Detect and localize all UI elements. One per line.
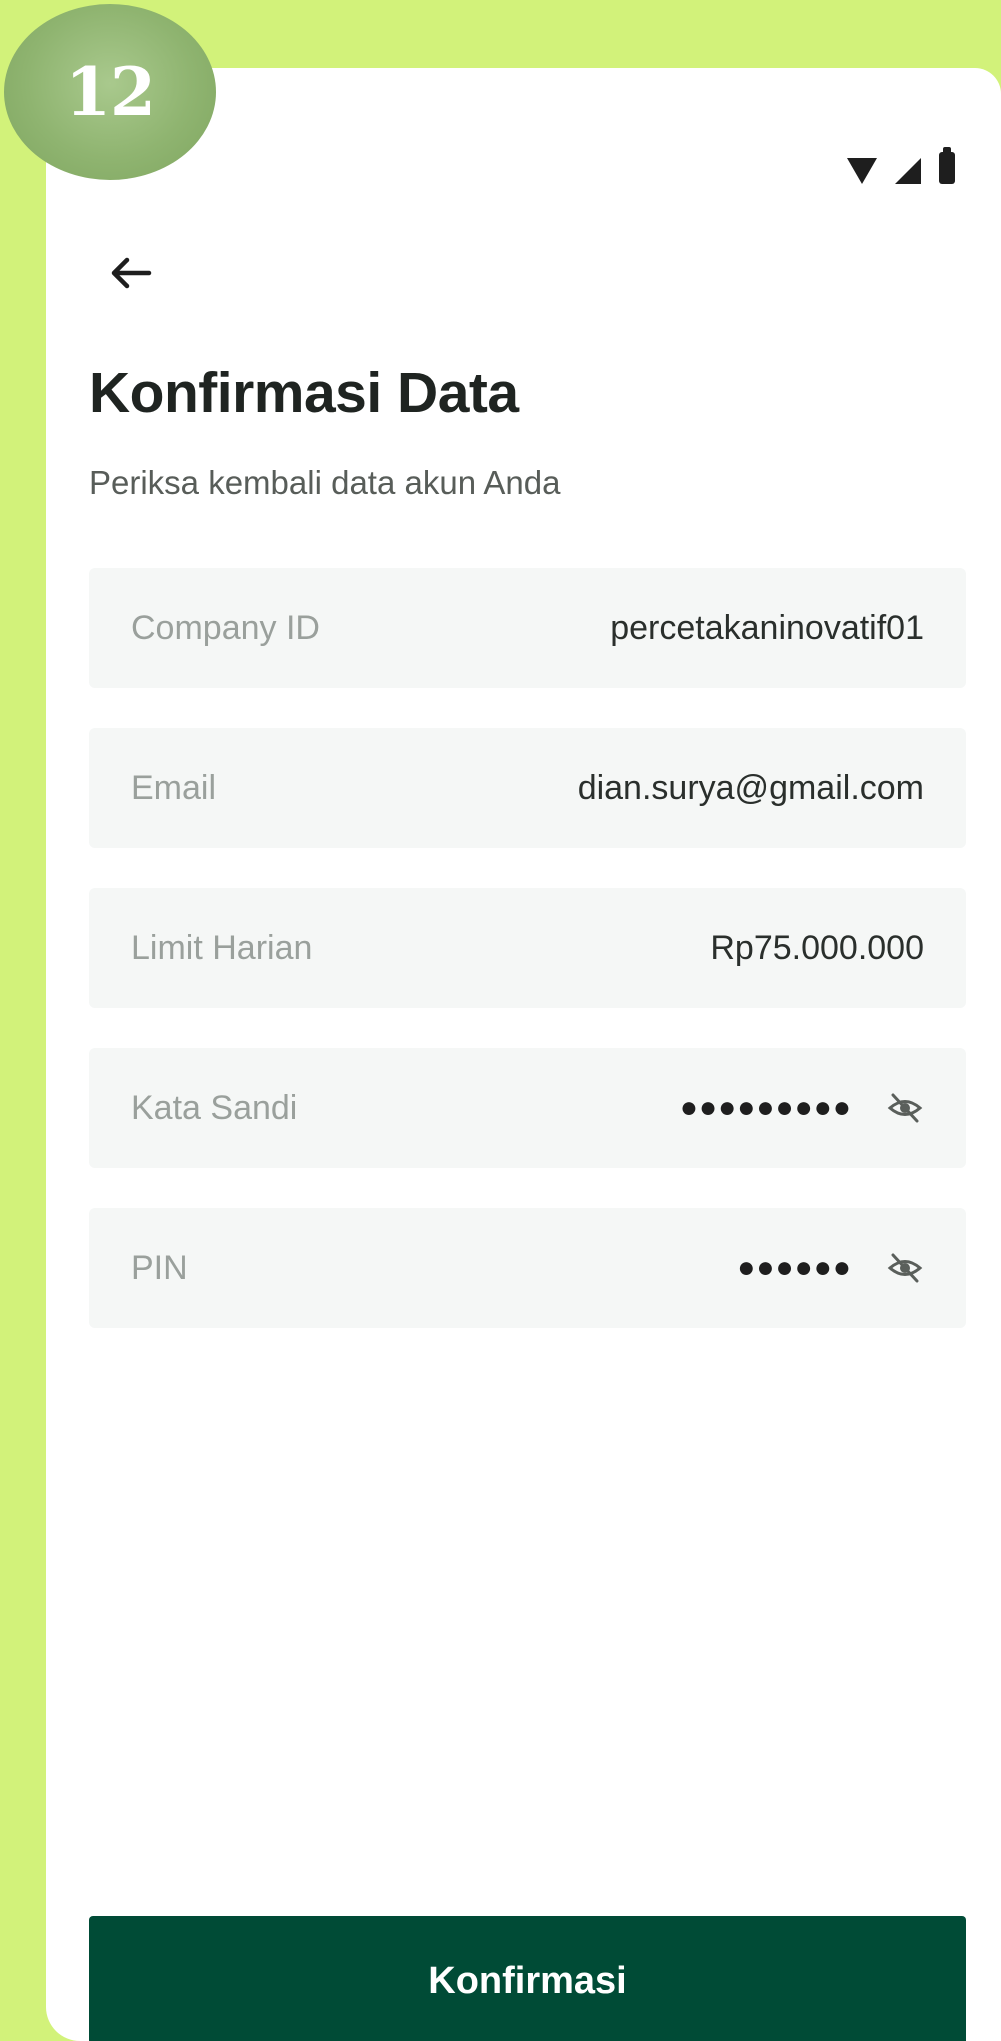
row-value-wrap: ●●●●●● xyxy=(737,1249,924,1287)
wifi-icon xyxy=(847,158,877,184)
masked-password: ●●●●●●●●● xyxy=(679,1091,852,1124)
data-list: Company ID percetakaninovatif01 Email di… xyxy=(89,568,966,1368)
battery-icon xyxy=(939,147,955,184)
back-button[interactable] xyxy=(96,238,166,308)
page-subtitle: Periksa kembali data akun Anda xyxy=(89,464,561,501)
row-value-wrap: ●●●●●●●●● xyxy=(680,1089,924,1127)
row-value: dian.surya@gmail.com xyxy=(577,768,924,807)
eye-off-icon[interactable] xyxy=(886,1089,924,1127)
step-badge: 12 xyxy=(4,4,216,180)
row-label: Company ID xyxy=(131,608,320,647)
row-label: Email xyxy=(131,768,217,807)
row-value: Rp75.000.000 xyxy=(710,928,924,967)
row-company-id: Company ID percetakaninovatif01 xyxy=(89,568,966,688)
phone-screen: Konfirmasi Data Periksa kembali data aku… xyxy=(46,68,1001,2041)
row-email: Email dian.surya@gmail.com xyxy=(89,728,966,848)
row-value: percetakaninovatif01 xyxy=(610,608,924,647)
masked-pin: ●●●●●● xyxy=(737,1251,852,1284)
status-bar xyxy=(847,147,955,184)
arrow-left-icon xyxy=(111,257,152,289)
row-pin: PIN ●●●●●● xyxy=(89,1208,966,1328)
row-label: Limit Harian xyxy=(131,928,313,967)
signal-icon xyxy=(895,158,921,184)
eye-off-icon[interactable] xyxy=(886,1249,924,1287)
confirm-button[interactable]: Konfirmasi xyxy=(89,1916,966,2041)
row-limit-harian: Limit Harian Rp75.000.000 xyxy=(89,888,966,1008)
row-kata-sandi: Kata Sandi ●●●●●●●●● xyxy=(89,1048,966,1168)
page-title: Konfirmasi Data xyxy=(89,361,519,425)
row-label: PIN xyxy=(131,1248,188,1287)
step-number: 12 xyxy=(65,53,156,131)
row-label: Kata Sandi xyxy=(131,1088,298,1127)
